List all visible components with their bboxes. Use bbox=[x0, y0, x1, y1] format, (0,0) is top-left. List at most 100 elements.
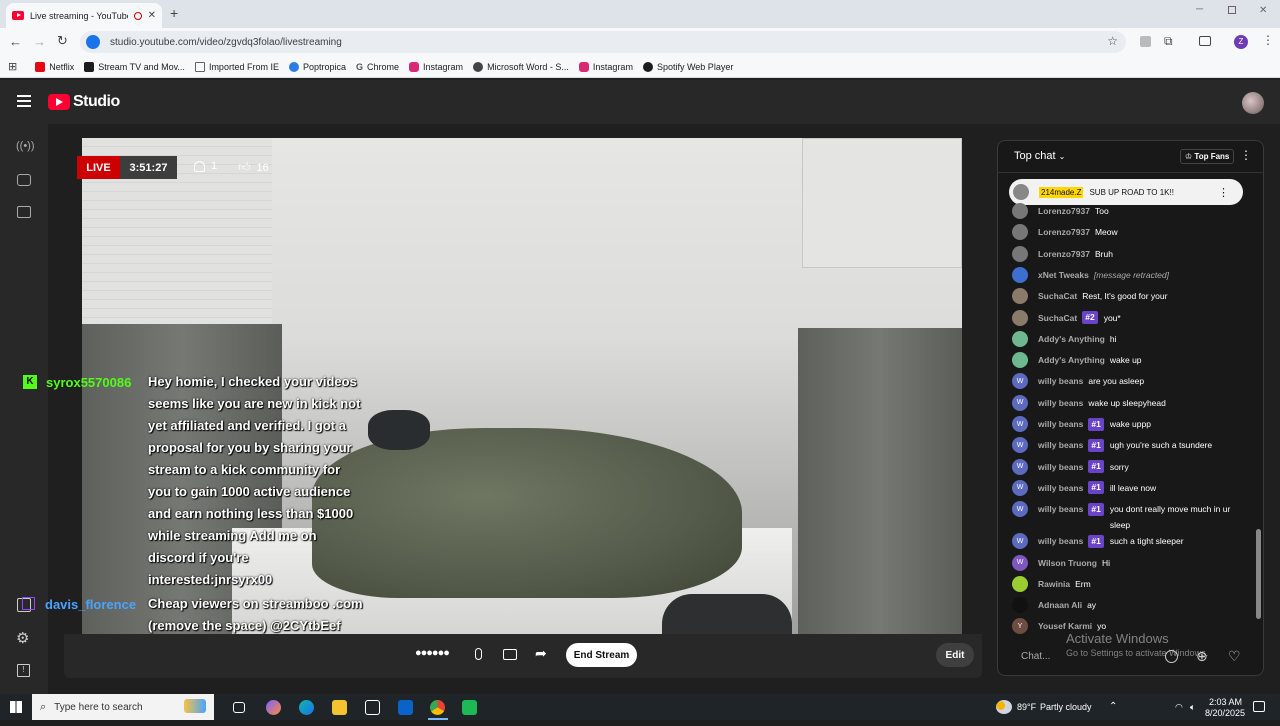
feedback-icon[interactable]: ! bbox=[17, 664, 30, 677]
user-avatar[interactable] bbox=[1012, 330, 1028, 347]
back-icon[interactable]: ← bbox=[9, 34, 22, 49]
user-avatar[interactable] bbox=[1012, 288, 1028, 305]
weather-temp[interactable]: 89°F bbox=[1017, 694, 1036, 720]
top-fans-button[interactable]: ♔ Top Fans bbox=[1180, 149, 1235, 164]
user-avatar[interactable] bbox=[1012, 224, 1028, 241]
browser-menu-icon[interactable]: ⋮ bbox=[1262, 33, 1274, 47]
edge-icon[interactable] bbox=[299, 700, 314, 715]
share-arrow-icon[interactable]: ➦ bbox=[535, 645, 547, 662]
edit-button[interactable]: Edit bbox=[936, 643, 974, 667]
chat-username[interactable]: Lorenzo7937 bbox=[1038, 246, 1090, 262]
bookmark-imported-from-ie[interactable]: Imported From IE bbox=[194, 61, 279, 72]
chat-username[interactable]: SuchaCat bbox=[1038, 288, 1077, 304]
youtube-logo-icon[interactable] bbox=[48, 94, 70, 110]
bookmark-star-icon[interactable]: ☆ bbox=[1107, 34, 1118, 48]
weather-desc[interactable]: Partly cloudy bbox=[1040, 694, 1092, 720]
chat-message-row[interactable]: Wwilly beans wake up sleepyhead bbox=[1012, 394, 1242, 411]
end-stream-button[interactable]: End Stream bbox=[566, 643, 637, 667]
user-avatar[interactable] bbox=[1012, 352, 1028, 369]
chat-username[interactable]: SuchaCat bbox=[1038, 310, 1077, 326]
chat-message-row[interactable]: Wwilly beans are you asleep bbox=[1012, 373, 1242, 390]
chat-username[interactable]: Rawinia bbox=[1038, 576, 1070, 592]
chat-input[interactable]: Chat... bbox=[1021, 651, 1050, 662]
chat-message-row[interactable]: Wwilly beans #1 wake uppp bbox=[1012, 416, 1242, 432]
user-avatar[interactable] bbox=[1012, 309, 1028, 326]
chat-username[interactable]: willy beans bbox=[1038, 373, 1083, 389]
taskbar-search-box[interactable]: ⌕ Type here to search bbox=[32, 694, 214, 720]
screen-share-icon[interactable] bbox=[503, 649, 517, 660]
chat-username[interactable]: Lorenzo7937 bbox=[1038, 224, 1090, 240]
chat-message-row[interactable]: Wwilly beans #1 you dont really move much … bbox=[1012, 501, 1242, 533]
task-view-icon[interactable] bbox=[233, 702, 245, 713]
chat-message-row[interactable]: Lorenzo7937 Too bbox=[1012, 203, 1242, 219]
webcam-icon[interactable] bbox=[17, 174, 31, 186]
user-avatar[interactable]: W bbox=[1012, 437, 1028, 454]
new-tab-button[interactable]: + bbox=[170, 5, 178, 21]
extensions-puzzle-icon[interactable]: ⧉ bbox=[1164, 34, 1173, 49]
bookmark-chrome[interactable]: G Chrome bbox=[356, 62, 399, 72]
app-active-icon[interactable] bbox=[462, 700, 477, 715]
chat-username[interactable]: willy beans bbox=[1038, 459, 1083, 475]
tab-live-streaming[interactable]: Live streaming - YouTube S ✕ bbox=[6, 3, 162, 28]
chat-username[interactable]: xNet Tweaks bbox=[1038, 267, 1089, 283]
bookmark-stream-tv[interactable]: Stream TV and Mov... bbox=[84, 61, 185, 72]
user-avatar[interactable] bbox=[1012, 245, 1028, 262]
chat-message-row[interactable]: xNet Tweaks [message retracted] bbox=[1012, 266, 1242, 283]
chat-username[interactable]: willy beans bbox=[1038, 501, 1083, 517]
chat-message-row[interactable]: W Wilson Truong Hi bbox=[1012, 554, 1242, 571]
chat-message-row[interactable]: Addy's Anything hi bbox=[1012, 330, 1242, 347]
chat-username[interactable]: willy beans bbox=[1038, 416, 1083, 432]
user-avatar[interactable] bbox=[1012, 575, 1028, 592]
bookmark-microsoft-word[interactable]: Microsoft Word - S... bbox=[473, 61, 569, 72]
windows-start-icon[interactable] bbox=[10, 701, 22, 713]
chat-username[interactable]: Lorenzo7937 bbox=[1038, 203, 1090, 219]
chat-username[interactable]: Adnaan Ali bbox=[1038, 597, 1082, 613]
reload-icon[interactable]: ↻ bbox=[57, 33, 68, 49]
extension-icon[interactable] bbox=[1140, 36, 1151, 47]
more-dots-icon[interactable]: ●●●●●● bbox=[415, 647, 450, 659]
heart-icon[interactable]: ♡ bbox=[1228, 648, 1241, 665]
calendar-icon[interactable] bbox=[17, 206, 31, 218]
side-panel-icon[interactable] bbox=[1199, 36, 1211, 46]
address-bar[interactable]: studio.youtube.com/video/zgvdq3folao/liv… bbox=[80, 31, 1126, 53]
pinned-message[interactable]: 214made.Z SUB UP ROAD TO 1K!! ⋮ bbox=[1009, 179, 1243, 205]
chat-username[interactable]: Addy's Anything bbox=[1038, 352, 1105, 368]
file-explorer-icon[interactable] bbox=[332, 700, 347, 715]
outlook-icon[interactable] bbox=[398, 700, 413, 715]
chat-message-row[interactable]: Rawinia Erm bbox=[1012, 575, 1242, 592]
chat-username[interactable]: Wilson Truong bbox=[1038, 555, 1097, 571]
user-avatar[interactable] bbox=[1012, 597, 1028, 614]
chat-message-row[interactable]: Wwilly beans #1 such a tight sleeper bbox=[1012, 533, 1242, 550]
user-avatar[interactable]: Y bbox=[1012, 618, 1028, 635]
chat-scrollbar[interactable] bbox=[1256, 529, 1261, 619]
chat-username[interactable]: willy beans bbox=[1038, 437, 1083, 453]
channel-avatar[interactable] bbox=[1242, 92, 1264, 114]
forward-icon[interactable]: → bbox=[33, 34, 46, 49]
site-info-icon[interactable] bbox=[86, 35, 100, 49]
user-avatar[interactable]: W bbox=[1012, 533, 1028, 550]
chrome-icon[interactable] bbox=[430, 700, 445, 715]
clock-date[interactable]: 8/20/2025 bbox=[1205, 700, 1245, 726]
chat-message-row[interactable]: Adnaan Ali ay bbox=[1012, 597, 1242, 614]
chat-message-row[interactable]: Wwilly beans #1 ugh you're such a tsundere bbox=[1012, 437, 1242, 454]
hamburger-menu-icon[interactable] bbox=[17, 95, 31, 107]
chat-message-row[interactable]: Lorenzo7937 Meow bbox=[1012, 224, 1242, 241]
chat-username[interactable]: willy beans bbox=[1038, 480, 1083, 496]
bookmark-instagram-2[interactable]: Instagram bbox=[578, 61, 633, 72]
chat-username[interactable]: willy beans bbox=[1038, 533, 1083, 549]
restore-window-icon[interactable] bbox=[1228, 6, 1236, 14]
pinned-menu-icon[interactable]: ⋮ bbox=[1218, 186, 1229, 199]
chat-menu-icon[interactable]: ⋮ bbox=[1240, 148, 1252, 162]
network-icon[interactable]: ◠ bbox=[1175, 694, 1183, 720]
close-window-icon[interactable]: ✕ bbox=[1259, 5, 1267, 16]
chat-username[interactable]: willy beans bbox=[1038, 395, 1083, 411]
chat-message-row[interactable]: Wwilly beans #1 ill leave now bbox=[1012, 479, 1242, 496]
user-avatar[interactable]: W bbox=[1012, 501, 1028, 518]
minimize-window-icon[interactable]: ─ bbox=[1196, 4, 1203, 15]
copilot-icon[interactable] bbox=[266, 700, 281, 715]
user-avatar[interactable]: W bbox=[1012, 554, 1028, 571]
chat-message-row[interactable]: Addy's Anything wake up bbox=[1012, 352, 1242, 369]
user-avatar[interactable] bbox=[1012, 266, 1028, 283]
chat-message-row[interactable]: SuchaCat #2 you* bbox=[1012, 309, 1242, 326]
chat-message-row[interactable]: SuchaCat Rest, It's good for your bbox=[1012, 288, 1242, 305]
